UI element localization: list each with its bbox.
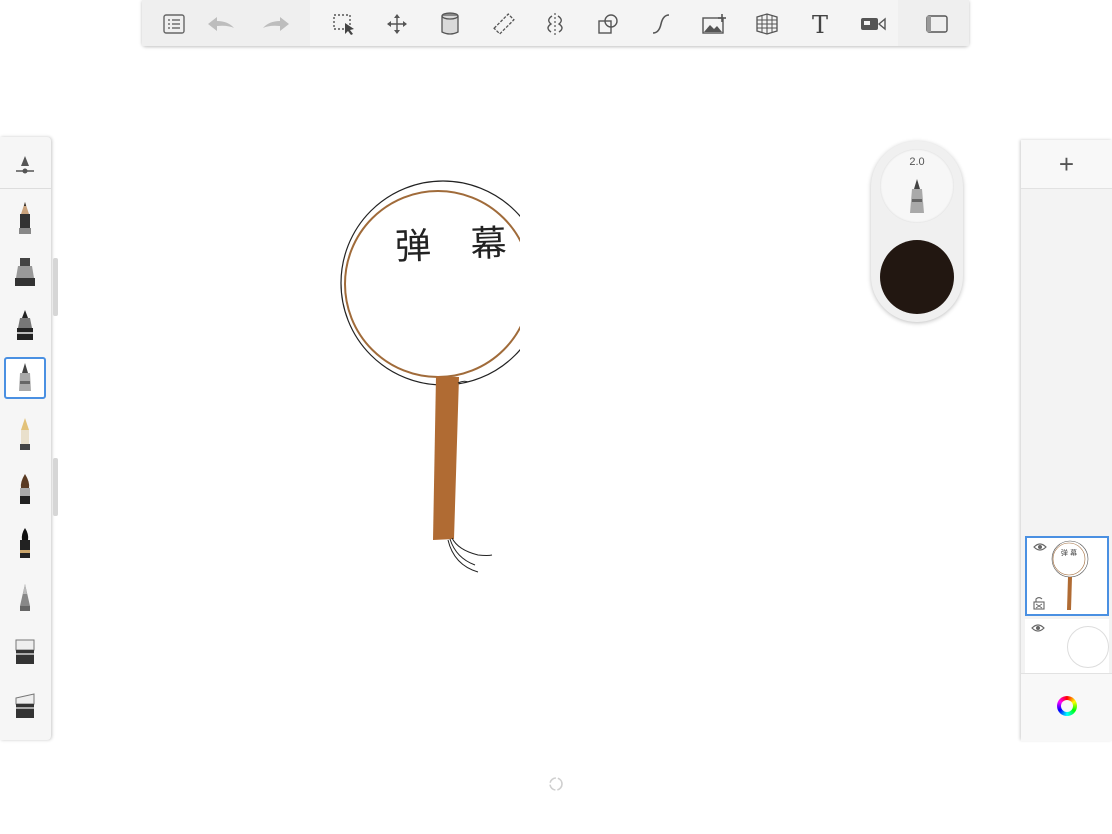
lock-icon[interactable] <box>1033 596 1045 610</box>
background-color-swatch[interactable] <box>1067 626 1109 668</box>
top-toolbar: T <box>142 0 969 46</box>
brush-size-control[interactable]: 2.0 <box>880 149 954 223</box>
brush-size-label: 2.0 <box>909 156 925 168</box>
text-tool-icon[interactable]: T <box>804 8 836 40</box>
handwritten-text: 弹 幕 <box>394 222 522 269</box>
svg-text:弹 幕: 弹 幕 <box>1061 548 1077 557</box>
layer-editor: + 弹 幕 <box>1021 140 1112 741</box>
perspective-guide-icon[interactable] <box>751 8 783 40</box>
soft-eraser-icon[interactable] <box>4 631 46 673</box>
brush-puck[interactable]: 2.0 <box>871 141 963 322</box>
transform-move-icon[interactable] <box>381 8 413 40</box>
import-image-icon[interactable] <box>698 8 730 40</box>
layer-thumbnail-1[interactable]: 弹 幕 <box>1025 536 1109 616</box>
marker-brush-icon <box>910 179 924 213</box>
panel-grip-handle[interactable] <box>53 258 58 316</box>
redo-icon[interactable] <box>260 8 292 40</box>
brush-color-swatch[interactable] <box>880 240 954 314</box>
ink-brush-icon[interactable] <box>4 521 46 563</box>
loading-spinner-icon <box>549 777 563 791</box>
fill-bucket-icon[interactable] <box>434 8 466 40</box>
eye-icon[interactable] <box>1031 623 1045 633</box>
hard-eraser-icon[interactable] <box>4 685 46 727</box>
symmetry-icon[interactable] <box>539 8 571 40</box>
selection-icon[interactable] <box>328 8 360 40</box>
shapes-icon[interactable] <box>592 8 624 40</box>
fullscreen-icon[interactable] <box>921 8 953 40</box>
brush-properties-slider-icon[interactable] <box>4 143 46 185</box>
ballpoint-brush-icon[interactable] <box>4 305 46 347</box>
time-lapse-camera-icon[interactable] <box>857 8 889 40</box>
color-editor-area <box>1021 673 1112 741</box>
paint-brush-icon[interactable] <box>4 467 46 509</box>
pencil-brush-icon[interactable] <box>4 197 46 239</box>
layers-list-icon[interactable] <box>158 8 190 40</box>
add-layer-button[interactable]: + <box>1021 140 1112 189</box>
layer-thumbnail-image: 弹 幕 <box>1051 540 1089 610</box>
color-wheel-icon[interactable] <box>1057 696 1077 716</box>
marker-brush-selected-icon[interactable] <box>4 357 46 399</box>
svg-text:T: T <box>812 12 828 36</box>
steady-stroke-icon[interactable] <box>645 8 677 40</box>
undo-icon[interactable] <box>205 8 237 40</box>
inking-pen-brush-icon[interactable] <box>4 251 46 293</box>
ruler-icon[interactable] <box>488 8 520 40</box>
brush-palette <box>0 137 51 740</box>
airbrush-icon[interactable] <box>4 575 46 617</box>
fountain-pen-brush-icon[interactable] <box>4 413 46 455</box>
panel-grip-handle[interactable] <box>53 458 58 516</box>
